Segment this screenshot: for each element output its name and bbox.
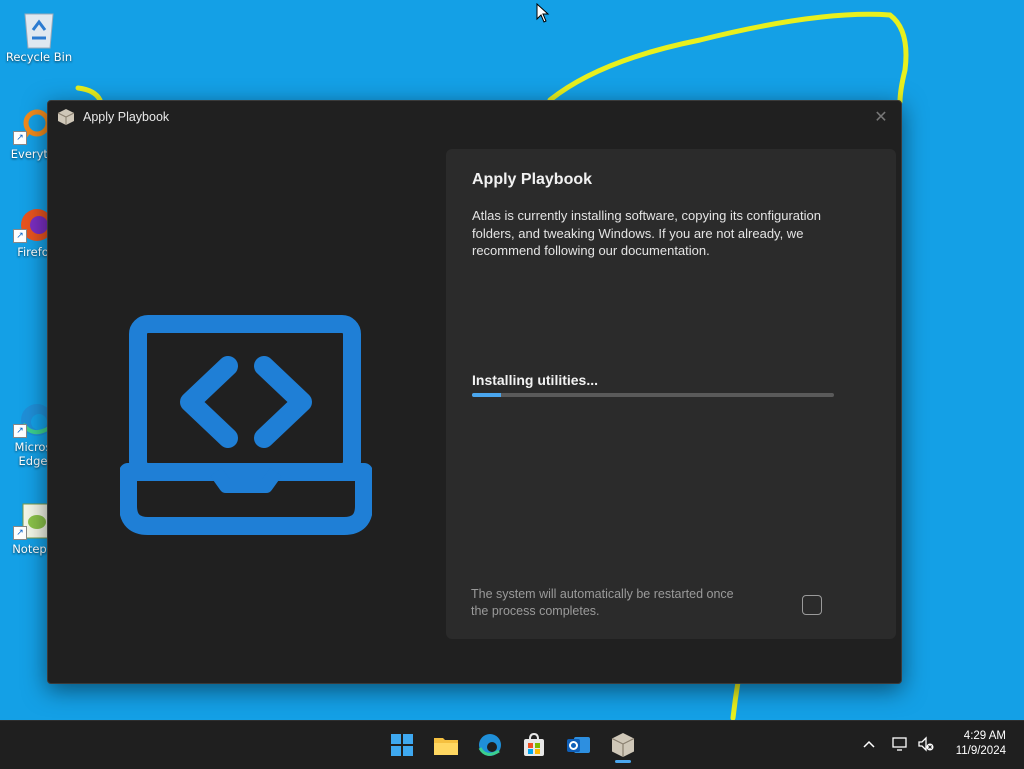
window-titlebar[interactable]: Apply Playbook ✕ [48,101,901,133]
store-icon[interactable] [518,729,550,761]
mouse-cursor-icon [536,3,550,23]
close-icon: ✕ [874,107,888,126]
apply-playbook-window: Apply Playbook ✕ Apply Playbook Atlas is… [47,100,902,684]
chevron-up-icon[interactable] [862,737,876,751]
playbook-app-icon [57,109,75,125]
desktop-icon-label: Recycle Bin [5,50,73,64]
progress-status: Installing utilities... [472,372,599,388]
playbook-status-card: Apply Playbook Atlas is currently instal… [446,149,896,639]
playbook-app-icon[interactable] [607,729,639,761]
file-explorer-icon[interactable] [430,729,462,761]
network-icon[interactable] [891,735,909,753]
clock-date: 11/9/2024 [955,745,1006,757]
restart-note: The system will automatically be restart… [471,587,734,618]
start-icon[interactable] [386,729,418,761]
window-title: Apply Playbook [83,110,170,124]
system-clock[interactable]: 4:29 AM 11/9/2024 [956,729,1006,759]
illustration-pane [48,133,448,683]
taskbar: 4:29 AM 11/9/2024 [0,720,1024,769]
active-app-indicator [615,760,631,763]
shortcut-arrow-icon: ↗ [13,229,27,243]
card-heading: Apply Playbook [472,171,593,188]
shortcut-arrow-icon: ↗ [13,131,27,145]
close-button[interactable]: ✕ [871,107,891,127]
desktop-icon-recycle-bin[interactable]: Recycle Bin [0,8,78,64]
clock-time: 4:29 AM [963,730,1006,742]
restart-checkbox[interactable] [802,595,822,615]
outlook-icon[interactable] [562,729,594,761]
laptop-code-icon [120,315,372,535]
shortcut-arrow-icon: ↗ [13,526,27,540]
edge-icon[interactable] [474,729,506,761]
volume-muted-icon[interactable] [917,735,935,753]
progress-bar [472,393,834,397]
card-description: Atlas is currently installing software, … [472,208,821,258]
shortcut-arrow-icon: ↗ [13,424,27,438]
progress-bar-fill [472,393,501,397]
recycle-bin-icon [19,8,59,49]
